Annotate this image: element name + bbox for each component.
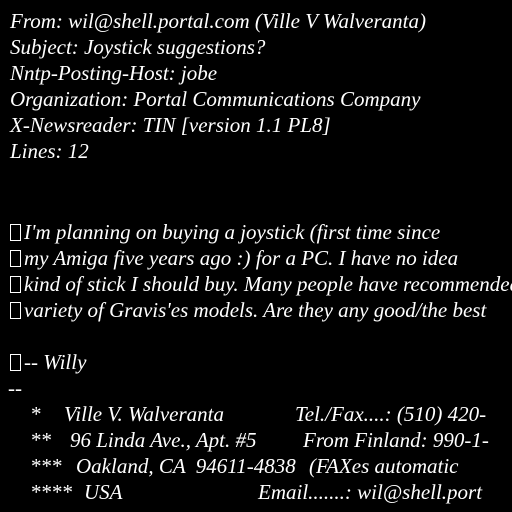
body-line-text: kind of stick I should buy. Many people … (24, 272, 512, 296)
newsgroup-post: From: wil@shell.portal.com (Ville V Walv… (0, 0, 512, 512)
signature-mark: ** (30, 428, 51, 452)
body-line: variety of Gravis'es models. Are they an… (10, 297, 486, 323)
signature-mark: *** (30, 454, 62, 478)
signature-left: Ville V. Walveranta (64, 402, 225, 426)
header-from: From: wil@shell.portal.com (Ville V Walv… (10, 9, 426, 33)
header-organization: Organization: Portal Communications Comp… (10, 87, 421, 111)
signature-separator: -- (8, 376, 22, 400)
header-newsreader: X-Newsreader: TIN [version 1.1 PL8] (10, 113, 331, 137)
tab-glyph-icon (10, 250, 21, 267)
tab-glyph-icon (10, 276, 21, 293)
signature-mark: **** (30, 480, 72, 504)
header-subject: Subject: Joystick suggestions? (10, 35, 266, 59)
signature-left: 96 Linda Ave., Apt. #5 (70, 428, 257, 452)
signature-left: USA (84, 480, 123, 504)
closing-text: -- Willy (24, 350, 87, 374)
signature-right: (FAXes automatic (309, 454, 459, 478)
tab-glyph-icon (10, 302, 21, 319)
body-line: kind of stick I should buy. Many people … (10, 271, 512, 297)
signature-left: Oakland, CA 94611-4838 (76, 454, 296, 478)
body-line-text: I'm planning on buying a joystick (first… (24, 220, 441, 244)
body-line: I'm planning on buying a joystick (first… (10, 219, 440, 245)
signature-right: From Finland: 990-1- (303, 428, 489, 452)
tab-glyph-icon (10, 354, 21, 371)
body-line-text: variety of Gravis'es models. Are they an… (24, 298, 487, 322)
header-lines: Lines: 12 (10, 139, 89, 163)
signature-mark: * (30, 402, 41, 426)
body-line: my Amiga five years ago :) for a PC. I h… (10, 245, 458, 271)
closing-line: -- Willy (10, 349, 86, 375)
signature-right: Tel./Fax....: (510) 420- (295, 402, 487, 426)
header-posting-host: Nntp-Posting-Host: jobe (10, 61, 218, 85)
body-line-text: my Amiga five years ago :) for a PC. I h… (24, 246, 459, 270)
tab-glyph-icon (10, 224, 21, 241)
signature-right: Email.......: wil@shell.port (258, 480, 483, 504)
